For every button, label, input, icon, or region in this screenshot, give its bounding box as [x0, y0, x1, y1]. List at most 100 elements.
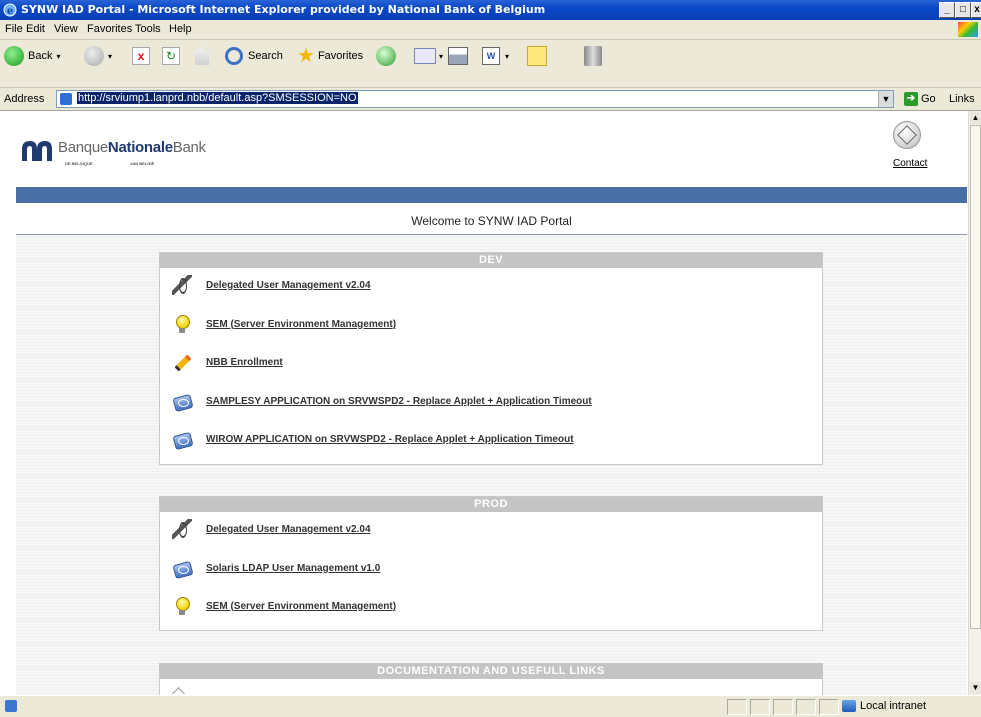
note-icon	[527, 46, 547, 66]
list-item[interactable]: SEM (Server Environment Management)	[172, 596, 396, 616]
status-segment	[796, 699, 816, 715]
forward-button[interactable]: ▾	[84, 43, 112, 69]
nbb-logo: BanqueNationaleBank DE BELGIQUE VAN BELG…	[20, 139, 206, 166]
security-zone: Local intranet	[842, 699, 926, 713]
close-button[interactable]: x	[971, 2, 981, 18]
history-button[interactable]	[376, 43, 396, 69]
page-icon	[60, 93, 72, 105]
section-documentation: DOCUMENTATION AND USEFULL LINKS	[159, 663, 823, 695]
logo-subtitle-nl: VAN BELGIË	[130, 161, 155, 166]
menu-tools[interactable]: Tools	[135, 23, 161, 35]
list-item[interactable]: Solaris LDAP User Management v1.0	[172, 558, 380, 578]
print-button[interactable]	[448, 43, 468, 69]
section-header: DEV	[160, 253, 822, 268]
section-prod: PROD Delegated User Management v2.04 Sol…	[159, 496, 823, 631]
scroll-up-button[interactable]: ▲	[970, 112, 981, 124]
go-arrow-icon: ➔	[904, 92, 918, 106]
app-link[interactable]: NBB Enrollment	[206, 357, 283, 368]
stop-button[interactable]: x	[132, 43, 150, 69]
address-url[interactable]: http://srviump1.lanprd.nbb/default.asp?S…	[77, 92, 358, 104]
list-item[interactable]: SEM (Server Environment Management)	[172, 314, 396, 334]
links-button[interactable]: Links	[949, 93, 975, 105]
chevron-down-icon: ▾	[108, 51, 113, 61]
go-label: Go	[921, 93, 936, 105]
list-item[interactable]: NBB Enrollment	[172, 352, 283, 372]
window-title: SYNW IAD Portal - Microsoft Internet Exp…	[21, 3, 546, 16]
section-header: PROD	[160, 497, 822, 512]
page-content: BanqueNationaleBank DE BELGIQUE VAN BELG…	[0, 111, 968, 695]
logo-subtitle-fr: DE BELGIQUE	[65, 161, 93, 166]
menu-bar: File Edit View Favorites Tools Help	[0, 20, 981, 40]
address-input[interactable]: http://srviump1.lanprd.nbb/default.asp?S…	[56, 90, 894, 108]
search-label: Search	[248, 50, 283, 62]
svg-text:e: e	[7, 6, 13, 17]
back-arrow-icon	[4, 46, 24, 66]
search-icon	[225, 47, 243, 65]
app-link[interactable]: Delegated User Management v2.04	[206, 280, 371, 291]
favorites-button[interactable]: ★ Favorites	[297, 43, 363, 69]
scroll-thumb[interactable]	[970, 125, 981, 629]
status-segment	[727, 699, 747, 715]
section-header: DOCUMENTATION AND USEFULL LINKS	[160, 664, 822, 679]
mail-icon	[414, 48, 436, 64]
pen-icon	[172, 275, 192, 295]
chevron-down-icon: ▾	[439, 51, 444, 61]
status-bar: Local intranet	[0, 695, 981, 717]
disk-icon	[172, 558, 192, 578]
menu-view[interactable]: View	[54, 23, 78, 35]
search-button[interactable]: Search	[225, 43, 283, 69]
list-item[interactable]: SAMPLESY APPLICATION on SRVWSPD2 - Repla…	[172, 391, 592, 411]
vertical-scrollbar[interactable]: ▲ ▼	[968, 111, 981, 695]
back-button[interactable]: Back ▾	[4, 43, 60, 69]
edit-button[interactable]: W ▾	[482, 43, 509, 69]
welcome-title: Welcome to SYNW IAD Portal	[411, 214, 572, 228]
favorites-label: Favorites	[317, 50, 364, 62]
disk-icon	[172, 391, 192, 411]
intranet-icon	[842, 700, 856, 712]
go-button[interactable]: ➔ Go	[904, 92, 936, 106]
home-icon	[192, 47, 212, 65]
status-segment	[773, 699, 793, 715]
list-item[interactable]: Delegated User Management v2.04	[172, 275, 371, 295]
discuss-button[interactable]	[527, 43, 547, 69]
lightbulb-icon	[172, 596, 192, 616]
history-icon	[376, 46, 396, 66]
scroll-down-button[interactable]: ▼	[970, 682, 981, 694]
toolbar: Back ▾ ▾ x ↻ Search ★ Favorites ▾ W ▾	[0, 40, 981, 88]
research-button[interactable]	[584, 43, 602, 69]
forward-arrow-icon	[84, 46, 104, 66]
address-dropdown-button[interactable]: ▼	[878, 91, 893, 107]
link-icon	[172, 687, 185, 695]
address-bar: Address http://srviump1.lanprd.nbb/defau…	[0, 88, 981, 111]
menu-favorites[interactable]: Favorites	[87, 23, 132, 35]
status-segment	[819, 699, 839, 715]
menu-help[interactable]: Help	[169, 23, 192, 35]
lightbulb-icon	[172, 314, 192, 334]
address-label: Address	[4, 93, 45, 105]
ie-logo-icon: e	[3, 3, 17, 17]
refresh-button[interactable]: ↻	[162, 43, 180, 69]
section-dev: DEV Delegated User Management v2.04 SEM …	[159, 252, 823, 465]
contact-link[interactable]: Contact	[893, 158, 927, 169]
app-link[interactable]: WIROW APPLICATION on SRVWSPD2 - Replace …	[206, 434, 574, 445]
app-link[interactable]: SEM (Server Environment Management)	[206, 601, 396, 612]
disk-icon	[172, 429, 192, 449]
mail-button[interactable]: ▾	[414, 43, 443, 69]
list-item[interactable]: WIROW APPLICATION on SRVWSPD2 - Replace …	[172, 429, 574, 449]
title-bar: e SYNW IAD Portal - Microsoft Internet E…	[0, 0, 981, 20]
menu-edit[interactable]: Edit	[26, 23, 45, 35]
app-link[interactable]: Solaris LDAP User Management v1.0	[206, 563, 380, 574]
chevron-down-icon: ▾	[56, 51, 61, 61]
app-link[interactable]: SAMPLESY APPLICATION on SRVWSPD2 - Repla…	[206, 396, 592, 407]
list-item[interactable]: Delegated User Management v2.04	[172, 519, 371, 539]
maximize-button[interactable]: □	[955, 2, 971, 18]
windows-flag-icon	[958, 22, 978, 37]
menu-file[interactable]: File	[5, 23, 23, 35]
home-button[interactable]	[192, 43, 212, 69]
nbb-logo-text: BanqueNationaleBank	[58, 139, 206, 156]
pen-icon	[172, 519, 192, 539]
contact-icon[interactable]	[893, 121, 921, 149]
minimize-button[interactable]: _	[939, 2, 955, 18]
app-link[interactable]: Delegated User Management v2.04	[206, 524, 371, 535]
app-link[interactable]: SEM (Server Environment Management)	[206, 319, 396, 330]
